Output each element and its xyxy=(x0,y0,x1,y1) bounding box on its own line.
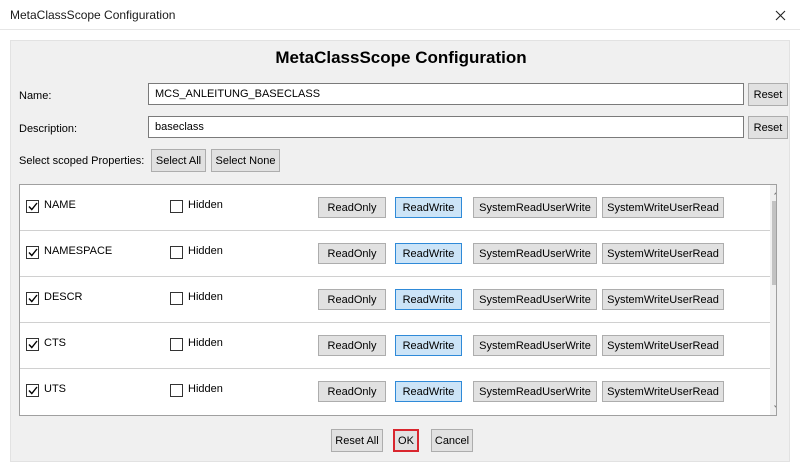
scope-checkbox[interactable] xyxy=(26,338,39,351)
hidden-checkbox[interactable] xyxy=(170,384,183,397)
properties-list[interactable]: NAME Hidden ReadOnly ReadWrite SystemReadUse… xyxy=(19,184,777,416)
name-label: Name: xyxy=(19,90,52,102)
scope-checkbox[interactable] xyxy=(26,384,39,397)
readwrite-button[interactable]: ReadWrite xyxy=(395,243,462,264)
systemwriteuserread-button[interactable]: SystemWriteUserRead xyxy=(602,243,724,264)
description-reset-button[interactable]: Reset xyxy=(748,116,788,139)
property-name: NAME xyxy=(44,199,76,211)
systemreaduserwrite-button[interactable]: SystemReadUserWrite xyxy=(473,381,597,402)
config-panel: MetaClassScope Configuration Name: Reset… xyxy=(10,40,790,462)
property-name: DESCR xyxy=(44,291,83,303)
select-none-button[interactable]: Select None xyxy=(211,149,280,172)
reset-all-button[interactable]: Reset All xyxy=(331,429,383,452)
hidden-checkbox[interactable] xyxy=(170,246,183,259)
systemwriteuserread-button[interactable]: SystemWriteUserRead xyxy=(602,289,724,310)
readonly-button[interactable]: ReadOnly xyxy=(318,289,386,310)
systemreaduserwrite-button[interactable]: SystemReadUserWrite xyxy=(473,335,597,356)
select-all-button[interactable]: Select All xyxy=(151,149,206,172)
checkmark-icon xyxy=(27,294,38,303)
systemwriteuserread-button[interactable]: SystemWriteUserRead xyxy=(602,335,724,356)
window-title: MetaClassScope Configuration xyxy=(10,8,176,22)
property-name: NAMESPACE xyxy=(44,245,113,257)
readonly-button[interactable]: ReadOnly xyxy=(318,335,386,356)
checkmark-icon xyxy=(27,202,38,211)
scope-checkbox[interactable] xyxy=(26,292,39,305)
scope-checkbox[interactable] xyxy=(26,246,39,259)
property-row: DESCR Hidden ReadOnly ReadWrite SystemReadUs… xyxy=(20,277,770,323)
checkmark-icon xyxy=(27,340,38,349)
property-row: NAMESPACE Hidden ReadOnly ReadWrite SystemRe… xyxy=(20,231,770,277)
property-name: CTS xyxy=(44,337,66,349)
readwrite-button[interactable]: ReadWrite xyxy=(395,289,462,310)
close-icon xyxy=(775,10,785,20)
scrollbar-thumb[interactable] xyxy=(772,201,776,285)
name-field[interactable] xyxy=(148,83,744,105)
property-row: CTS Hidden ReadOnly ReadWrite SystemReadUser… xyxy=(20,323,770,369)
description-field[interactable] xyxy=(148,116,744,138)
hidden-label: Hidden xyxy=(188,337,223,349)
property-row: NAME Hidden ReadOnly ReadWrite SystemReadUse… xyxy=(20,185,770,231)
systemreaduserwrite-button[interactable]: SystemReadUserWrite xyxy=(473,197,597,218)
chevron-down-icon xyxy=(774,404,776,408)
checkmark-icon xyxy=(27,386,38,395)
readwrite-button[interactable]: ReadWrite xyxy=(395,381,462,402)
chevron-up-icon xyxy=(774,191,776,195)
systemwriteuserread-button[interactable]: SystemWriteUserRead xyxy=(602,381,724,402)
readwrite-button[interactable]: ReadWrite xyxy=(395,197,462,218)
scroll-down-button[interactable] xyxy=(770,400,776,414)
hidden-checkbox[interactable] xyxy=(170,200,183,213)
hidden-label: Hidden xyxy=(188,199,223,211)
hidden-checkbox[interactable] xyxy=(170,338,183,351)
checkmark-icon xyxy=(27,248,38,257)
scope-checkbox[interactable] xyxy=(26,200,39,213)
close-button[interactable] xyxy=(760,0,800,30)
readonly-button[interactable]: ReadOnly xyxy=(318,197,386,218)
readonly-button[interactable]: ReadOnly xyxy=(318,381,386,402)
title-bar: MetaClassScope Configuration xyxy=(0,0,800,30)
systemreaduserwrite-button[interactable]: SystemReadUserWrite xyxy=(473,243,597,264)
scrollbar[interactable] xyxy=(770,185,776,415)
readonly-button[interactable]: ReadOnly xyxy=(318,243,386,264)
property-name: UTS xyxy=(44,383,66,395)
hidden-checkbox[interactable] xyxy=(170,292,183,305)
cancel-button[interactable]: Cancel xyxy=(431,429,473,452)
systemwriteuserread-button[interactable]: SystemWriteUserRead xyxy=(602,197,724,218)
page-title: MetaClassScope Configuration xyxy=(275,48,527,67)
hidden-label: Hidden xyxy=(188,291,223,303)
scroll-up-button[interactable] xyxy=(770,185,776,199)
description-label: Description: xyxy=(19,123,78,135)
hidden-label: Hidden xyxy=(188,245,223,257)
property-row: UTS Hidden ReadOnly ReadWrite SystemReadUser… xyxy=(20,369,770,415)
readwrite-button[interactable]: ReadWrite xyxy=(395,335,462,356)
hidden-label: Hidden xyxy=(188,383,223,395)
name-reset-button[interactable]: Reset xyxy=(748,83,788,106)
select-properties-label: Select scoped Properties: xyxy=(19,155,145,167)
ok-button[interactable]: OK xyxy=(393,429,419,452)
systemreaduserwrite-button[interactable]: SystemReadUserWrite xyxy=(473,289,597,310)
